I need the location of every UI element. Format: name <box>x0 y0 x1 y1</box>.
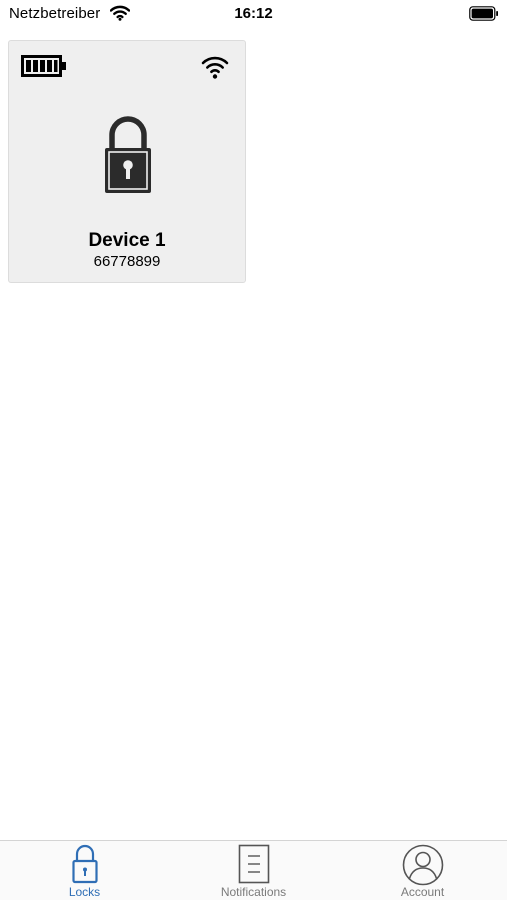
wifi-icon <box>201 56 229 79</box>
tab-bar: Locks Notifications Account <box>0 840 507 900</box>
tab-locks-label: Locks <box>68 885 101 899</box>
device-name: Device 1 <box>88 230 166 251</box>
padlock-icon <box>71 844 98 884</box>
tab-locks[interactable]: Locks <box>0 841 169 900</box>
tab-account[interactable]: Account <box>338 841 507 900</box>
tab-notifications-label: Notifications <box>220 885 287 899</box>
tab-notifications[interactable]: Notifications <box>169 841 338 900</box>
user-icon <box>402 844 443 886</box>
status-time: 16:12 <box>234 5 273 22</box>
device-id: 66778899 <box>93 253 161 270</box>
status-bar: Netzbetreiber 16:12 <box>0 0 507 28</box>
padlock-locked-icon <box>105 116 151 193</box>
battery-icon <box>469 6 498 21</box>
document-icon <box>238 844 269 884</box>
tab-account-label: Account <box>400 885 445 899</box>
device-card[interactable]: Device 1 66778899 <box>8 40 246 283</box>
locks-screen: Netzbetreiber 16:12 Device 1 66778899 Lo… <box>0 0 507 900</box>
battery-full-icon <box>21 55 66 77</box>
